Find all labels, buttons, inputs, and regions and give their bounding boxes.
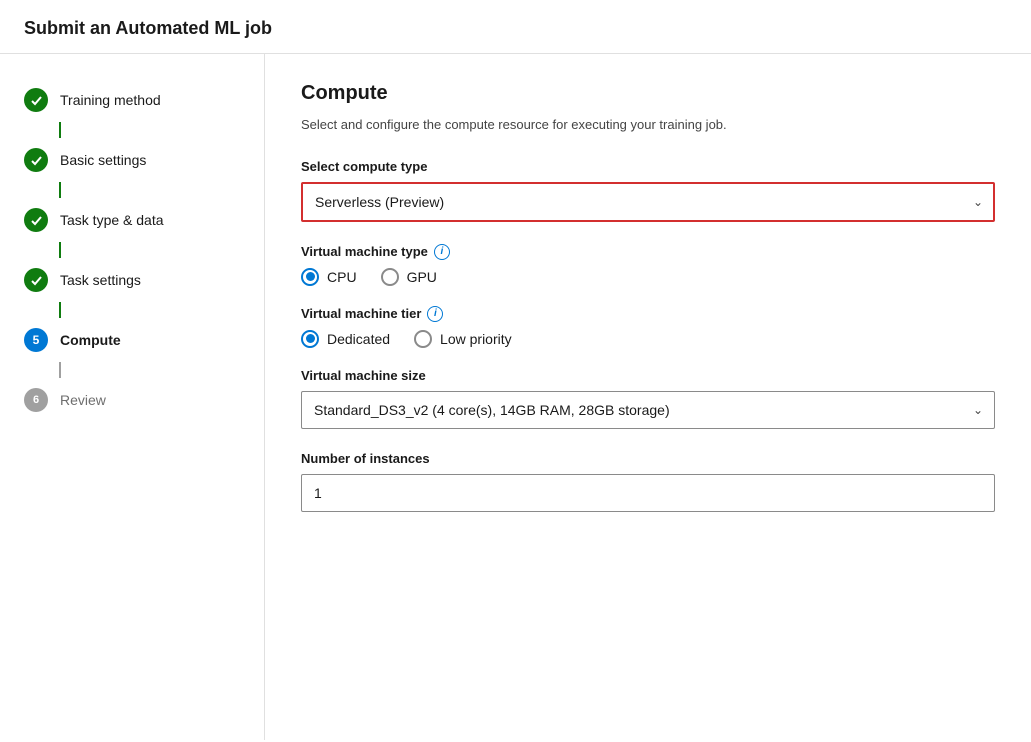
vm-tier-label: Virtual machine tier i: [301, 306, 995, 322]
sidebar-item-basic-settings[interactable]: Basic settings: [24, 138, 264, 182]
sidebar-item-compute[interactable]: 5 Compute: [24, 318, 264, 362]
vm-size-label: Virtual machine size: [301, 368, 995, 383]
step-label-compute: Compute: [60, 332, 121, 348]
vm-tier-lowpriority-label: Low priority: [440, 331, 512, 347]
step-icon-task-settings: [24, 268, 48, 292]
step-label-basic-settings: Basic settings: [60, 152, 146, 168]
connector-1: [59, 122, 264, 138]
compute-type-select-wrapper: Serverless (Preview) Compute cluster Com…: [301, 182, 995, 222]
step-icon-basic-settings: [24, 148, 48, 172]
vm-tier-info-icon[interactable]: i: [427, 306, 443, 322]
vm-tier-lowpriority-option[interactable]: Low priority: [414, 330, 512, 348]
vm-tier-dedicated-radio[interactable]: [301, 330, 319, 348]
vm-type-cpu-radio[interactable]: [301, 268, 319, 286]
step-icon-compute: 5: [24, 328, 48, 352]
vm-type-radio-group: CPU GPU: [301, 268, 995, 286]
vm-type-cpu-label: CPU: [327, 269, 357, 285]
connector-3: [59, 242, 264, 258]
vm-tier-lowpriority-radio[interactable]: [414, 330, 432, 348]
sidebar-item-task-settings[interactable]: Task settings: [24, 258, 264, 302]
vm-tier-section: Virtual machine tier i Dedicated Low pri…: [301, 306, 995, 348]
step-icon-task-type-data: [24, 208, 48, 232]
sidebar-item-task-type-data[interactable]: Task type & data: [24, 198, 264, 242]
compute-type-section: Select compute type Serverless (Preview)…: [301, 159, 995, 222]
sidebar-item-training-method[interactable]: Training method: [24, 78, 264, 122]
page-title: Submit an Automated ML job: [24, 18, 272, 38]
compute-type-select[interactable]: Serverless (Preview) Compute cluster Com…: [301, 182, 995, 222]
connector-5: [59, 362, 264, 378]
sidebar: Training method Basic settings Task type…: [0, 54, 265, 740]
vm-type-gpu-label: GPU: [407, 269, 437, 285]
num-instances-section: Number of instances: [301, 451, 995, 512]
vm-size-select-wrapper: Standard_DS3_v2 (4 core(s), 14GB RAM, 28…: [301, 391, 995, 429]
vm-tier-dedicated-label: Dedicated: [327, 331, 390, 347]
vm-type-section: Virtual machine type i CPU GPU: [301, 244, 995, 286]
section-description: Select and configure the compute resourc…: [301, 115, 995, 135]
connector-4: [59, 302, 264, 318]
step-label-task-type-data: Task type & data: [60, 212, 164, 228]
step-icon-review: 6: [24, 388, 48, 412]
vm-type-gpu-option[interactable]: GPU: [381, 268, 437, 286]
vm-type-info-icon[interactable]: i: [434, 244, 450, 260]
compute-type-label: Select compute type: [301, 159, 995, 174]
step-label-task-settings: Task settings: [60, 272, 141, 288]
num-instances-input[interactable]: [301, 474, 995, 512]
step-label-training-method: Training method: [60, 92, 161, 108]
connector-2: [59, 182, 264, 198]
step-label-review: Review: [60, 392, 106, 408]
vm-tier-dedicated-option[interactable]: Dedicated: [301, 330, 390, 348]
step-icon-training-method: [24, 88, 48, 112]
content-area: Compute Select and configure the compute…: [265, 54, 1031, 740]
num-instances-label: Number of instances: [301, 451, 995, 466]
sidebar-item-review[interactable]: 6 Review: [24, 378, 264, 422]
main-layout: Training method Basic settings Task type…: [0, 54, 1031, 740]
vm-type-cpu-option[interactable]: CPU: [301, 268, 357, 286]
page-header: Submit an Automated ML job: [0, 0, 1031, 54]
vm-size-section: Virtual machine size Standard_DS3_v2 (4 …: [301, 368, 995, 429]
vm-type-gpu-radio[interactable]: [381, 268, 399, 286]
vm-size-select[interactable]: Standard_DS3_v2 (4 core(s), 14GB RAM, 28…: [301, 391, 995, 429]
vm-tier-radio-group: Dedicated Low priority: [301, 330, 995, 348]
section-title: Compute: [301, 82, 995, 105]
vm-type-label: Virtual machine type i: [301, 244, 995, 260]
